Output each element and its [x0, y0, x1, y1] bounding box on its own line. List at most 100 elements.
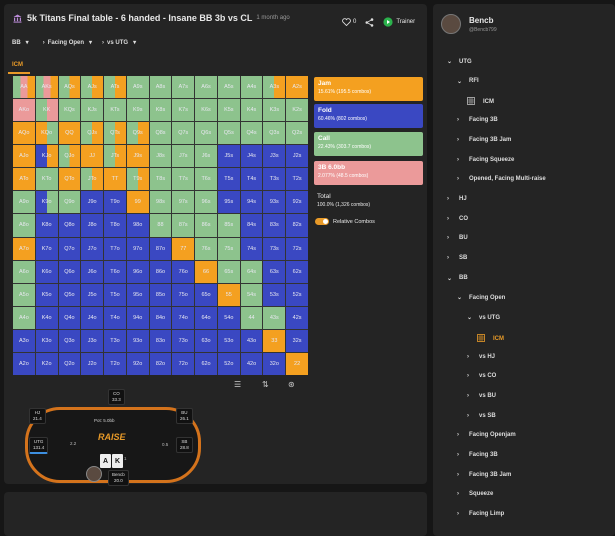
tree-item[interactable]: › Facing 3B [457, 117, 498, 123]
range-cell[interactable]: K3s [263, 99, 286, 122]
range-cell[interactable]: T9s [126, 168, 149, 191]
range-cell[interactable]: 87o [149, 237, 172, 260]
range-cell[interactable]: AQo [13, 122, 35, 145]
tree-item[interactable]: ⌄ RFI [457, 78, 479, 85]
trainer-button[interactable]: Trainer [396, 19, 415, 25]
toggle-switch[interactable] [315, 218, 329, 225]
range-cell[interactable]: KK [35, 99, 58, 122]
range-cell[interactable]: Q6o [58, 260, 81, 283]
range-cell[interactable]: QQ [58, 122, 81, 145]
range-cell[interactable]: A5o [13, 283, 35, 306]
range-cell[interactable]: K6o [35, 260, 58, 283]
tree-item[interactable]: › Squeeze [457, 491, 493, 497]
range-cell[interactable]: TT [104, 168, 126, 191]
range-cell[interactable]: K9o [35, 191, 58, 214]
range-cell[interactable]: K8o [35, 214, 58, 237]
relative-combos-toggle[interactable]: Relative Combos [315, 218, 375, 225]
range-cell[interactable]: 43s [263, 306, 286, 329]
tree-item[interactable]: ICM [477, 333, 504, 344]
range-cell[interactable]: 85s [217, 214, 240, 237]
user-card[interactable]: Bencb @Bencb799 [441, 14, 497, 34]
seat-hero[interactable]: Bencb 20.0 [108, 470, 129, 486]
range-cell[interactable]: 65o [195, 283, 217, 306]
range-cell[interactable]: 98s [149, 191, 172, 214]
tree-item[interactable]: › Facing 3B [457, 452, 498, 458]
tree-item[interactable]: ⌄ vs UTG [467, 314, 500, 322]
range-cell[interactable]: 84o [149, 306, 172, 329]
range-cell[interactable]: 42o [240, 352, 263, 375]
range-cell[interactable]: J3s [263, 145, 286, 168]
range-cell[interactable]: T3o [104, 329, 126, 352]
share-grid-icon[interactable]: ⊛ [288, 380, 295, 389]
range-cell[interactable]: A4o [13, 306, 35, 329]
range-cell[interactable]: T6o [104, 260, 126, 283]
range-cell[interactable]: KQo [35, 122, 58, 145]
range-cell[interactable]: 52o [217, 352, 240, 375]
tree-item[interactable]: › Facing 3B Jam [457, 472, 511, 478]
range-cell[interactable]: T7s [172, 168, 195, 191]
range-cell[interactable]: J2s [286, 145, 308, 168]
range-cell[interactable]: A4s [240, 76, 263, 99]
range-cell[interactable]: AA [13, 76, 35, 99]
range-cell[interactable]: Q6s [195, 122, 217, 145]
range-cell[interactable]: K7s [172, 99, 195, 122]
range-cell[interactable]: 96o [126, 260, 149, 283]
range-cell[interactable]: J8o [81, 214, 104, 237]
range-cell[interactable]: 53o [217, 329, 240, 352]
range-cell[interactable]: 53s [263, 283, 286, 306]
range-cell[interactable]: A7s [172, 76, 195, 99]
range-cell[interactable]: 64o [195, 306, 217, 329]
sort-icon[interactable]: ⇅ [262, 380, 269, 389]
range-cell[interactable]: Q4s [240, 122, 263, 145]
range-cell[interactable]: J7o [81, 237, 104, 260]
tree-item[interactable]: ICM [467, 97, 494, 107]
range-cell[interactable]: 87s [172, 214, 195, 237]
range-cell[interactable]: 62s [286, 260, 308, 283]
seat-co[interactable]: CO 33.3 [108, 389, 125, 405]
range-cell[interactable]: T9o [104, 191, 126, 214]
range-cell[interactable]: Q3s [263, 122, 286, 145]
range-cell[interactable]: AKs [35, 76, 58, 99]
tree-item[interactable]: › Facing 3B Jam [457, 137, 511, 143]
range-cell[interactable]: ATs [104, 76, 126, 99]
range-cell[interactable]: QTs [104, 122, 126, 145]
range-cell[interactable]: 62o [195, 352, 217, 375]
range-cell[interactable]: JTs [104, 145, 126, 168]
range-cell[interactable]: K9s [126, 99, 149, 122]
range-cell[interactable]: 52s [286, 283, 308, 306]
range-cell[interactable]: 43o [240, 329, 263, 352]
range-cell[interactable]: 93s [263, 191, 286, 214]
range-cell[interactable]: Q3o [58, 329, 81, 352]
range-cell[interactable]: ATo [13, 168, 35, 191]
range-cell[interactable]: 84s [240, 214, 263, 237]
range-cell[interactable]: T5s [217, 168, 240, 191]
range-cell[interactable]: 32o [263, 352, 286, 375]
range-cell[interactable]: JTo [81, 168, 104, 191]
range-cell[interactable]: T4s [240, 168, 263, 191]
range-cell[interactable]: J7s [172, 145, 195, 168]
tree-item[interactable]: › Opened, Facing Multi-raise [457, 176, 546, 182]
range-cell[interactable]: J9o [81, 191, 104, 214]
range-cell[interactable]: JJ [81, 145, 104, 168]
range-cell[interactable]: 33 [263, 329, 286, 352]
range-cell[interactable]: 63o [195, 329, 217, 352]
range-cell[interactable]: KTs [104, 99, 126, 122]
range-cell[interactable]: 95s [217, 191, 240, 214]
range-cell[interactable]: 94o [126, 306, 149, 329]
tree-item[interactable]: ⌄ BB [447, 275, 468, 282]
range-cell[interactable]: 76o [172, 260, 195, 283]
range-cell[interactable]: K6s [195, 99, 217, 122]
range-cell[interactable]: J5s [217, 145, 240, 168]
legend-call[interactable]: Call 22.43% (303.7 combos) [314, 132, 423, 156]
range-cell[interactable]: 73s [263, 237, 286, 260]
range-cell[interactable]: K4s [240, 99, 263, 122]
range-cell[interactable]: AKo [13, 99, 35, 122]
range-cell[interactable]: 96s [195, 191, 217, 214]
range-cell[interactable]: 83s [263, 214, 286, 237]
range-cell[interactable]: 64s [240, 260, 263, 283]
seat-bu[interactable]: BU 26.1 [176, 408, 193, 424]
tree-item[interactable]: › Facing Openjam [457, 432, 516, 438]
range-cell[interactable]: 86s [195, 214, 217, 237]
range-cell[interactable]: T4o [104, 306, 126, 329]
range-cell[interactable]: 85o [149, 283, 172, 306]
